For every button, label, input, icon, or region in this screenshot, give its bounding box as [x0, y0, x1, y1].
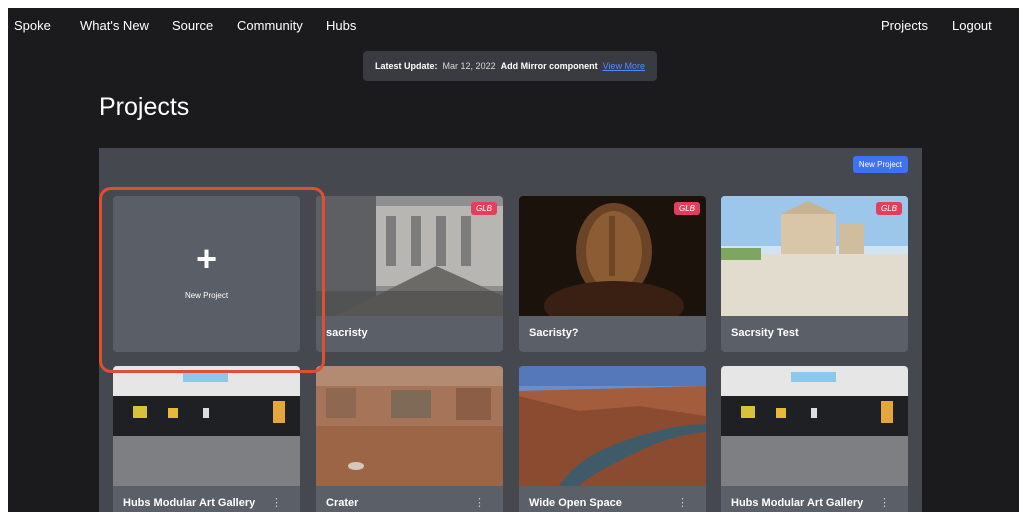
more-options-icon[interactable]: ⋮: [879, 496, 890, 509]
project-name: Crater: [326, 497, 359, 509]
project-card[interactable]: GLB sacristy: [316, 196, 503, 352]
view-more-link[interactable]: View More: [603, 61, 645, 71]
project-name: Wide Open Space: [529, 497, 622, 509]
update-date: Mar 12, 2022: [442, 61, 496, 71]
more-options-icon[interactable]: ⋮: [271, 496, 282, 509]
project-thumbnail: [316, 366, 503, 486]
project-thumbnail: [113, 366, 300, 486]
project-card[interactable]: Hubs Modular Art Gallery ⋮: [113, 366, 300, 512]
nav-source[interactable]: Source: [172, 18, 213, 33]
top-nav: Spoke What's New Source Community Hubs P…: [8, 8, 1019, 44]
latest-update-banner: Latest Update: Mar 12, 2022 Add Mirror c…: [363, 51, 657, 81]
page-title: Projects: [99, 93, 190, 121]
project-card[interactable]: Crater ⋮: [316, 366, 503, 512]
nav-hubs[interactable]: Hubs: [326, 18, 356, 33]
nav-whats-new[interactable]: What's New: [80, 18, 149, 33]
project-card[interactable]: Hubs Modular Art Gallery ⋮: [721, 366, 908, 512]
project-name: Sacrsity Test: [731, 327, 799, 339]
glb-badge: GLB: [470, 202, 497, 215]
more-options-icon[interactable]: ⋮: [677, 496, 688, 509]
new-project-button[interactable]: New Project: [852, 156, 908, 173]
highlight-outline: [99, 187, 325, 373]
project-name: sacristy: [326, 327, 368, 339]
update-message: Add Mirror component: [500, 61, 598, 71]
spoke-app: Spoke What's New Source Community Hubs P…: [8, 8, 1019, 512]
project-card[interactable]: Wide Open Space ⋮: [519, 366, 706, 512]
project-card[interactable]: GLB Sacristy?: [519, 196, 706, 352]
glb-badge: GLB: [875, 202, 902, 215]
project-card[interactable]: GLB Sacrsity Test: [721, 196, 908, 352]
project-thumbnail: [721, 366, 908, 486]
nav-logout[interactable]: Logout: [952, 18, 992, 33]
project-name: Sacristy?: [529, 327, 579, 339]
project-name: Hubs Modular Art Gallery: [731, 497, 864, 509]
more-options-icon[interactable]: ⋮: [474, 496, 485, 509]
nav-spoke[interactable]: Spoke: [14, 18, 51, 33]
update-label: Latest Update:: [375, 61, 438, 71]
nav-community[interactable]: Community: [237, 18, 303, 33]
project-name: Hubs Modular Art Gallery: [123, 497, 256, 509]
nav-projects[interactable]: Projects: [881, 18, 928, 33]
glb-badge: GLB: [673, 202, 700, 215]
project-thumbnail: [519, 366, 706, 486]
